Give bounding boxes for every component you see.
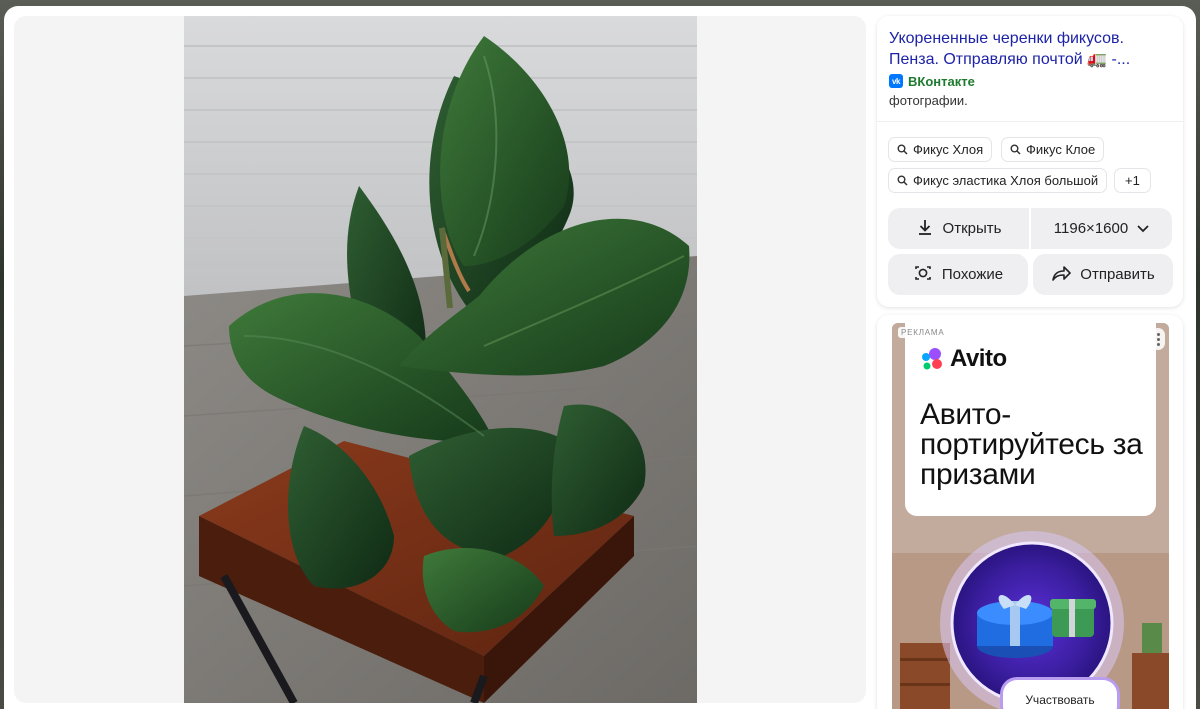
chevron-down-icon	[1137, 220, 1149, 237]
tag-chip[interactable]: Фикус эластика Хлоя большой	[888, 168, 1108, 193]
open-button[interactable]: Открыть	[888, 208, 1029, 249]
source-name: ВКонтакте	[908, 73, 975, 89]
tag-chip[interactable]: Фикус Клое	[1001, 137, 1105, 162]
avito-logo: Avito	[920, 345, 1007, 373]
ad-label: РЕКЛАМА	[898, 327, 948, 338]
avito-logo-icon	[922, 348, 942, 370]
search-icon	[897, 175, 908, 186]
ad-headline: Авито-портируйтесь за призами	[920, 398, 1143, 491]
lens-icon	[913, 264, 933, 286]
ad-text-panel: Avito Авито-портируйтесь за призами	[905, 323, 1156, 516]
similar-label: Похожие	[941, 266, 1004, 283]
similar-button[interactable]: Похожие	[888, 254, 1028, 295]
more-tags-button[interactable]: +1	[1114, 168, 1151, 193]
tag-label: Фикус эластика Хлоя большой	[913, 173, 1099, 188]
share-button[interactable]: Отправить	[1033, 254, 1173, 295]
source-link[interactable]: vk ВКонтакте	[889, 72, 975, 90]
more-options-icon[interactable]	[1151, 328, 1165, 350]
tag-chip[interactable]: Фикус Хлоя	[888, 137, 993, 162]
tag-label: Фикус Клое	[1026, 142, 1096, 157]
share-icon	[1051, 264, 1072, 286]
image-info-card: Укорененные черенки фикусов. Пенза. Отпр…	[877, 16, 1183, 307]
ad-banner[interactable]: РЕКЛАМА Avito Авито-портируйтесь за приз…	[892, 323, 1169, 709]
ad-brand: Avito	[950, 345, 1007, 372]
share-label: Отправить	[1080, 266, 1155, 283]
result-title-link[interactable]: Укорененные черенки фикусов. Пенза. Отпр…	[889, 28, 1169, 70]
result-description: фотографии.	[889, 93, 968, 108]
search-icon	[1010, 144, 1021, 155]
search-icon	[897, 144, 908, 155]
vk-icon: vk	[889, 74, 903, 88]
size-label: 1196×1600	[1053, 220, 1129, 237]
ficus-photo[interactable]	[184, 16, 697, 703]
image-viewer[interactable]	[14, 16, 866, 703]
divider	[877, 121, 1183, 122]
ad-cta-button[interactable]: Участвовать	[1003, 680, 1117, 709]
tag-label: Фикус Хлоя	[913, 142, 984, 157]
size-select[interactable]: 1196×1600	[1031, 208, 1172, 249]
download-icon	[916, 218, 934, 240]
open-label: Открыть	[942, 220, 1002, 237]
ad-card[interactable]: РЕКЛАМА Avito Авито-портируйтесь за приз…	[877, 315, 1183, 709]
